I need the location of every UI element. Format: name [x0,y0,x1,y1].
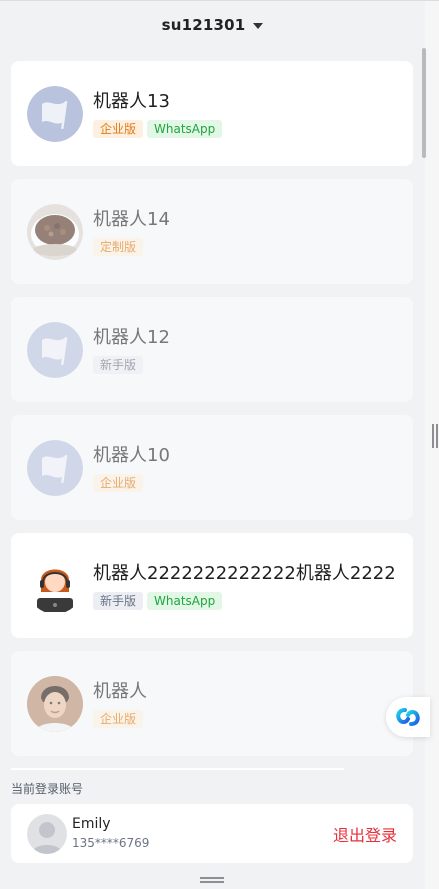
whatsapp-badge: WhatsApp [147,592,223,610]
bot-card[interactable]: 机器人 企业版 [11,651,413,756]
bot-name: 机器人13 [93,91,170,112]
bot-badges: 新手版 [93,356,398,374]
account-switcher[interactable]: su121301 [0,1,425,49]
current-account-label: 当前登录账号 [11,782,84,796]
bot-info: 机器人10 企业版 [93,445,398,492]
current-account-card: Emily 135****6769 退出登录 [11,804,413,863]
scrollbar[interactable] [422,48,426,158]
bot-card[interactable]: 机器人2222222222222机器人2222 新手版 WhatsApp [11,533,413,638]
bot-card[interactable]: 机器人14 定制版 [11,179,413,284]
whatsapp-badge: WhatsApp [147,120,223,138]
bot-badges: 新手版 WhatsApp [93,592,398,610]
food-photo-avatar [27,204,83,260]
user-avatar-icon [27,814,67,854]
bot-info: 机器人 企业版 [93,681,398,728]
bot-info: 机器人2222222222222机器人2222 新手版 WhatsApp [93,563,398,610]
enterprise-badge: 企业版 [93,120,144,138]
novice-badge: 新手版 [93,592,144,610]
logout-button[interactable]: 退出登录 [333,822,397,846]
link-logo-icon [396,708,420,726]
bot-info: 机器人13 企业版 WhatsApp [93,91,398,138]
user-phone: 135****6769 [72,836,150,850]
enterprise-badge: 企业版 [93,710,144,728]
bot-card[interactable]: 机器人12 新手版 [11,297,413,402]
account-name: su121301 [161,16,246,34]
novice-badge: 新手版 [93,356,144,374]
flag-avatar [27,440,83,496]
bot-badges: 定制版 [93,238,398,256]
bot-badges: 企业版 WhatsApp [93,120,398,138]
bot-card[interactable]: 机器人13 企业版 WhatsApp [11,61,413,166]
resize-handle-icon[interactable] [432,424,438,448]
bot-name: 机器人12 [93,327,170,348]
user-avatar [27,814,67,854]
user-name: Emily [72,816,111,832]
bot-info: 机器人12 新手版 [93,327,398,374]
bot-card[interactable]: 机器人10 企业版 [11,415,413,520]
bot-name: 机器人10 [93,445,170,466]
flag-avatar [27,322,83,378]
bot-info: 机器人14 定制版 [93,209,398,256]
section-divider [11,768,344,770]
bot-badges: 企业版 [93,710,398,728]
bot-name: 机器人2222222222222机器人2222 [93,563,396,584]
enterprise-badge: 企业版 [93,474,144,492]
bottom-drag-handle-icon[interactable] [200,877,224,885]
bot-name: 机器人 [93,681,147,702]
bot-name: 机器人14 [93,209,170,230]
floating-link-button[interactable] [386,697,430,737]
support-agent-avatar [27,558,83,614]
custom-badge: 定制版 [93,238,144,256]
bot-badges: 企业版 [93,474,398,492]
caret-down-icon [253,23,264,29]
person-photo-avatar [27,676,83,732]
flag-avatar [27,86,83,142]
